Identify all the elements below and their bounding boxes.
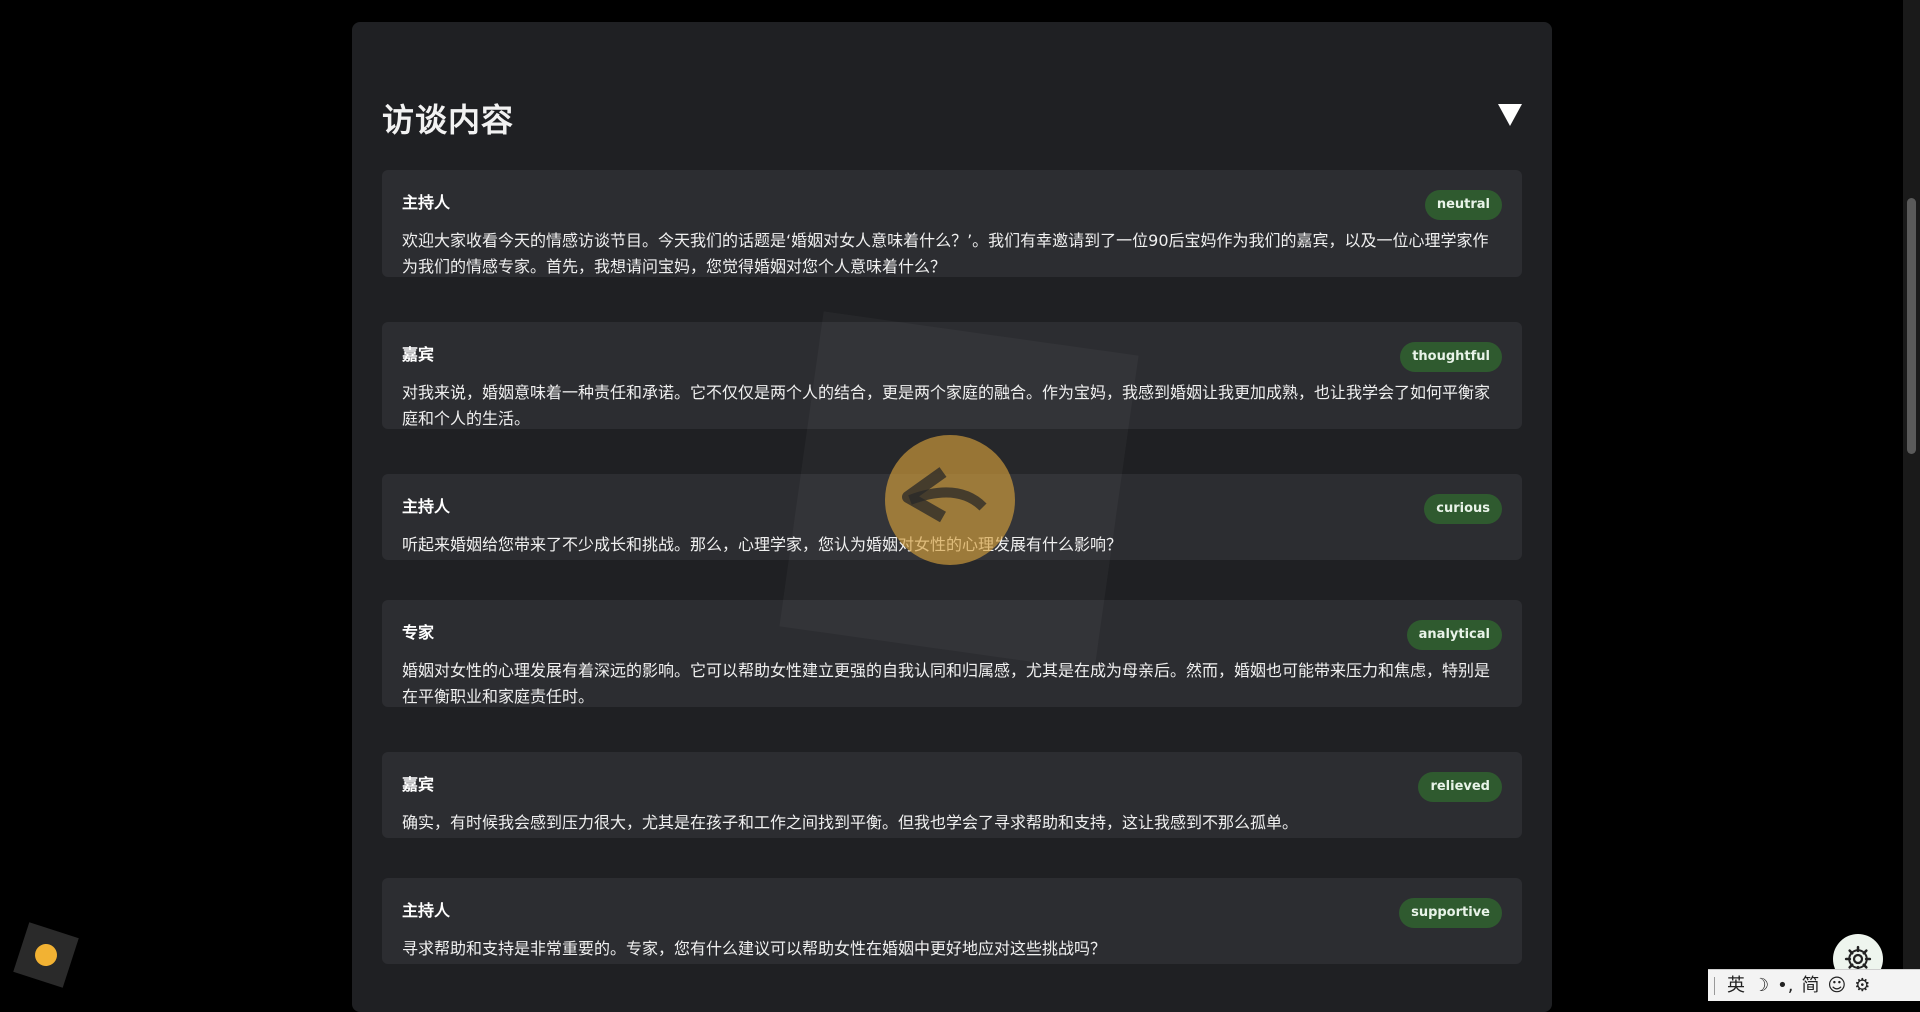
dialogue-text: 欢迎大家收看今天的情感访谈节目。今天我们的话题是‘婚姻对女人意味着什么？’。我们… (402, 231, 1489, 276)
punctuation-icon[interactable]: •, (1777, 970, 1793, 1002)
tone-badge: analytical (1406, 620, 1502, 650)
dialogue-text: 听起来婚姻给您带来了不少成长和挑战。那么，心理学家，您认为婚姻对女性的心理发展有… (402, 535, 1123, 554)
dialogue-card: 嘉宾 relieved 确实，有时候我会感到压力很大，尤其是在孩子和工作之间找到… (382, 752, 1522, 838)
ime-toolbar: 英 ☽ •, 简 ☺ ⚙ (1708, 969, 1920, 1001)
moon-icon[interactable]: ☽ (1753, 970, 1769, 1002)
dialogue-card: 专家 analytical 婚姻对女性的心理发展有着深远的影响。它可以帮助女性建… (382, 600, 1522, 707)
tone-badge: supportive (1399, 898, 1502, 928)
tone-badge: curious (1424, 494, 1502, 524)
emoji-icon[interactable]: ☺ (1827, 970, 1846, 1002)
dialogue-text: 寻求帮助和支持是非常重要的。专家，您有什么建议可以帮助女性在婚姻中更好地应对这些… (402, 939, 1107, 958)
speaker-name: 主持人 (402, 497, 451, 516)
tone-badge: relieved (1418, 772, 1502, 802)
dialogue-text: 对我来说，婚姻意味着一种责任和承诺。它不仅仅是两个人的结合，更是两个家庭的融合。… (402, 383, 1491, 428)
dialogue-card: 嘉宾 thoughtful 对我来说，婚姻意味着一种责任和承诺。它不仅仅是两个人… (382, 322, 1522, 429)
collapse-triangle-icon[interactable] (1498, 104, 1522, 126)
speaker-name: 嘉宾 (402, 775, 435, 794)
section-title: 访谈内容 (382, 101, 515, 139)
ime-settings-icon[interactable]: ⚙ (1854, 970, 1870, 1002)
interview-panel: 访谈内容 主持人 neutral 欢迎大家收看今天的情感访谈节目。今天我们的话题… (352, 22, 1552, 1012)
speaker-name: 专家 (402, 623, 435, 642)
logo-icon (32, 941, 60, 969)
speaker-name: 嘉宾 (402, 345, 435, 364)
ime-divider (1714, 976, 1715, 995)
vertical-scrollbar[interactable] (1903, 0, 1920, 1001)
dialogue-card: 主持人 neutral 欢迎大家收看今天的情感访谈节目。今天我们的话题是‘婚姻对… (382, 170, 1522, 277)
dialogue-card: 主持人 curious 听起来婚姻给您带来了不少成长和挑战。那么，心理学家，您认… (382, 474, 1522, 560)
ime-language-toggle[interactable]: 英 (1727, 970, 1745, 1002)
floating-logo[interactable] (13, 922, 79, 988)
speaker-name: 主持人 (402, 901, 451, 920)
ime-script-toggle[interactable]: 简 (1801, 970, 1819, 1002)
tone-badge: thoughtful (1400, 342, 1502, 372)
dialogue-text: 婚姻对女性的心理发展有着深远的影响。它可以帮助女性建立更强的自我认同和归属感，尤… (402, 661, 1491, 706)
scrollbar-thumb[interactable] (1907, 198, 1916, 454)
dialogue-text: 确实，有时候我会感到压力很大，尤其是在孩子和工作之间找到平衡。但我也学会了寻求帮… (402, 813, 1299, 832)
tone-badge: neutral (1424, 190, 1502, 220)
dialogue-card: 主持人 supportive 寻求帮助和支持是非常重要的。专家，您有什么建议可以… (382, 878, 1522, 964)
speaker-name: 主持人 (402, 193, 451, 212)
